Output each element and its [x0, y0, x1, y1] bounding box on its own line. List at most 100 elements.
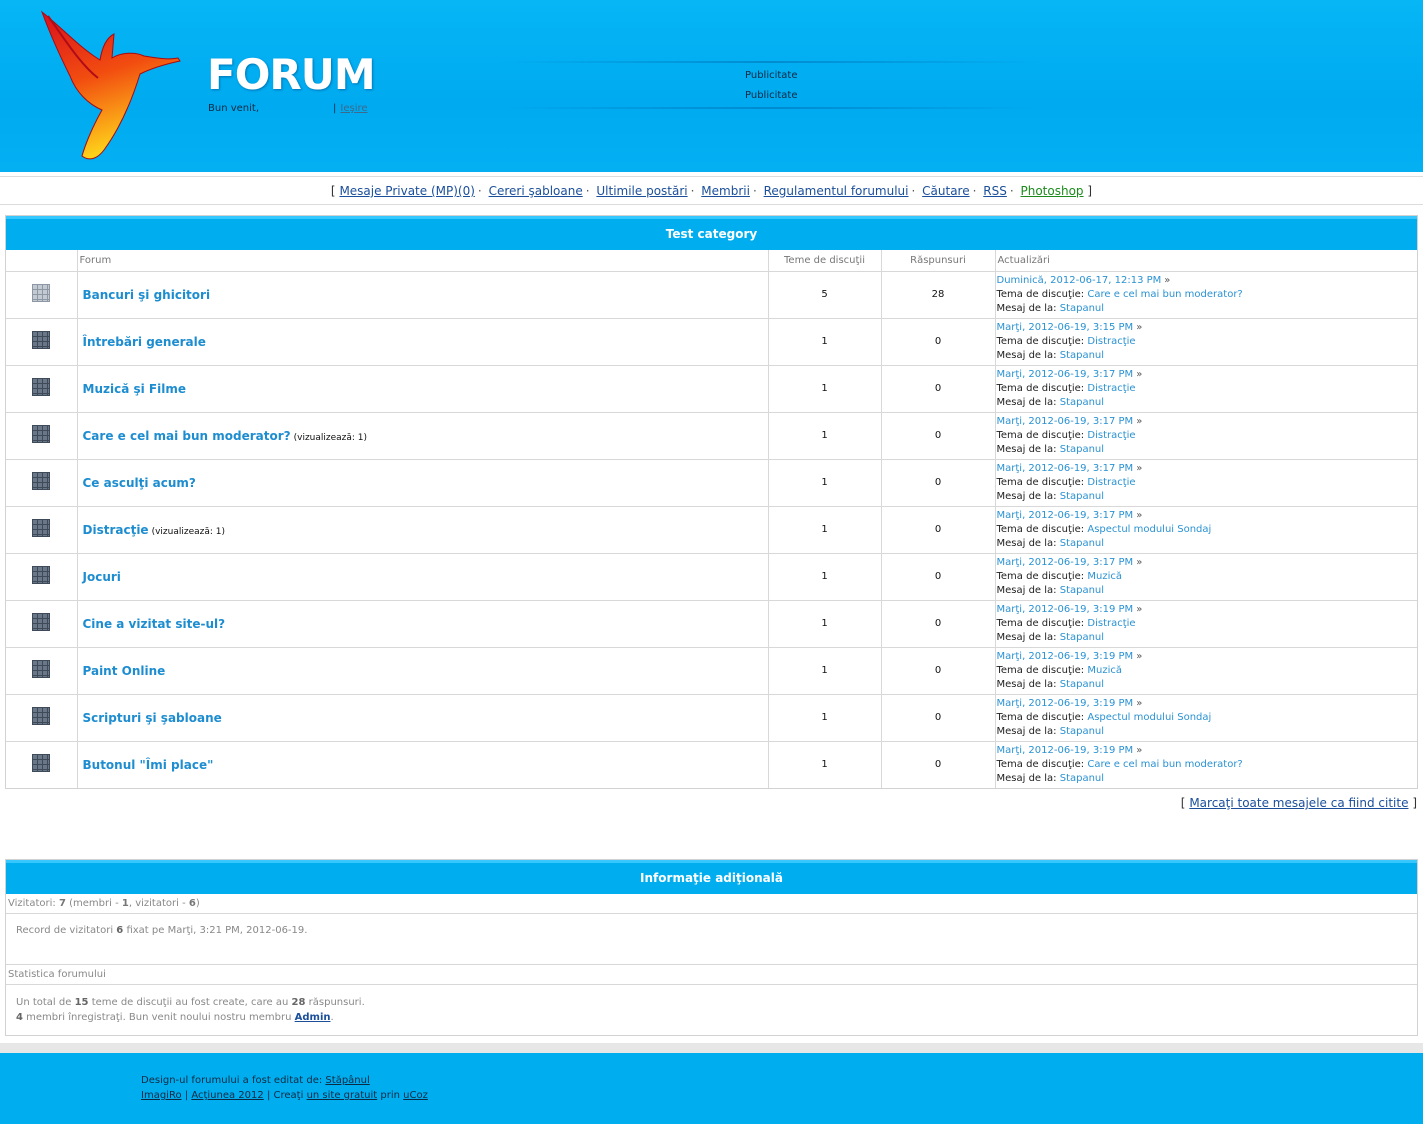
last-author-link[interactable]: Stapanul: [1060, 679, 1104, 690]
footer-sep-1: |: [184, 1090, 189, 1101]
last-author-link[interactable]: Stapanul: [1060, 350, 1104, 361]
footer-action-link[interactable]: Acţiunea 2012: [191, 1090, 263, 1101]
ad-text-1[interactable]: Publicitate: [745, 70, 798, 81]
replies-count: 0: [881, 600, 996, 648]
go-to-last-post-icon[interactable]: »: [1136, 745, 1142, 756]
last-topic-link[interactable]: Distracţie: [1087, 383, 1135, 394]
nav-template-requests[interactable]: Cereri şabloane: [489, 184, 583, 198]
forum-name-cell: Scripturi şi şabloane: [77, 694, 769, 742]
go-to-last-post-icon[interactable]: »: [1136, 416, 1142, 427]
last-update-date[interactable]: Marţi, 2012-06-19, 3:19 PM: [997, 745, 1134, 756]
last-author-link[interactable]: Stapanul: [1060, 585, 1104, 596]
nav-search[interactable]: Căutare: [922, 184, 969, 198]
forum-link[interactable]: Cine a vizitat site-ul?: [83, 617, 226, 631]
last-author-link[interactable]: Stapanul: [1060, 538, 1104, 549]
nav-latest-posts[interactable]: Ultimile postări: [596, 184, 687, 198]
table-row: Care e cel mai bun moderator? (vizualizea…: [6, 412, 1417, 460]
forum-grid-icon: [32, 660, 51, 678]
last-update-date[interactable]: Duminică, 2012-06-17, 12:13 PM: [997, 275, 1162, 286]
last-author-link[interactable]: Stapanul: [1060, 632, 1104, 643]
last-update-date[interactable]: Marţi, 2012-06-19, 3:19 PM: [997, 604, 1134, 615]
last-topic-link[interactable]: Aspectul modului Sondaj: [1087, 524, 1211, 535]
go-to-last-post-icon[interactable]: »: [1136, 651, 1142, 662]
forum-grid-icon: [32, 472, 51, 490]
last-topic-link[interactable]: Distracţie: [1087, 618, 1135, 629]
go-to-last-post-icon[interactable]: »: [1136, 369, 1142, 380]
mark-all-read-link[interactable]: Marcaţi toate mesajele ca fiind citite: [1189, 796, 1408, 810]
stats-mid: teme de discuţii au fost create, care au: [91, 997, 289, 1008]
nav-photoshop[interactable]: Photoshop: [1021, 184, 1084, 198]
replies-count: 0: [881, 506, 996, 554]
last-author-link[interactable]: Stapanul: [1060, 491, 1104, 502]
last-update-date[interactable]: Marţi, 2012-06-19, 3:17 PM: [997, 416, 1134, 427]
last-author-link[interactable]: Stapanul: [1060, 726, 1104, 737]
footer-author-link[interactable]: Stăpânul: [325, 1075, 369, 1086]
newest-member-link[interactable]: Admin: [295, 1012, 331, 1023]
last-author-link[interactable]: Stapanul: [1060, 397, 1104, 408]
forum-grid-icon: [32, 519, 51, 537]
forum-grid-icon: [32, 613, 51, 631]
stats-line-2: 4 membri înregistraţi. Bun venit noului …: [16, 1010, 1407, 1025]
go-to-last-post-icon[interactable]: »: [1136, 557, 1142, 568]
last-author-link[interactable]: Stapanul: [1060, 444, 1104, 455]
forum-name-cell: Care e cel mai bun moderator? (vizualizea…: [77, 412, 769, 460]
last-update-cell: Marţi, 2012-06-19, 3:17 PM» Tema de discu…: [995, 506, 1417, 554]
last-topic-link[interactable]: Distracţie: [1087, 477, 1135, 488]
last-update-date[interactable]: Marţi, 2012-06-19, 3:17 PM: [997, 463, 1134, 474]
forum-link[interactable]: Ce asculţi acum?: [83, 476, 196, 490]
footer-free-site-link[interactable]: un site gratuit: [307, 1090, 378, 1101]
go-to-last-post-icon[interactable]: »: [1136, 510, 1142, 521]
nav-forum-rules[interactable]: Regulamentul forumului: [764, 184, 909, 198]
go-to-last-post-icon[interactable]: »: [1136, 698, 1142, 709]
logout-link[interactable]: Ieşire: [340, 103, 367, 114]
footer-imagiro-link[interactable]: ImagiRo: [141, 1090, 182, 1101]
forum-link[interactable]: Muzică şi Filme: [83, 382, 186, 396]
forum-link[interactable]: Jocuri: [83, 570, 121, 584]
last-update-cell: Marţi, 2012-06-19, 3:19 PM» Tema de discu…: [995, 741, 1417, 788]
nav-members[interactable]: Membrii: [701, 184, 750, 198]
go-to-last-post-icon[interactable]: »: [1136, 604, 1142, 615]
last-topic-link[interactable]: Muzică: [1087, 571, 1122, 582]
author-label: Mesaj de la:: [996, 772, 1057, 784]
forum-link[interactable]: Distracţie: [83, 523, 149, 537]
last-update-date[interactable]: Marţi, 2012-06-19, 3:15 PM: [997, 322, 1134, 333]
nav-rss[interactable]: RSS: [983, 184, 1007, 198]
last-topic-link[interactable]: Aspectul modului Sondaj: [1087, 712, 1211, 723]
visitors-total: 7: [58, 898, 66, 909]
category-title[interactable]: Test category: [6, 216, 1417, 250]
footer-sep-2: |: [266, 1090, 271, 1101]
forum-link[interactable]: Care e cel mai bun moderator?: [83, 429, 291, 443]
footer-links: ImagiRo | Acţiunea 2012 | Creaţi un site…: [141, 1090, 428, 1101]
forum-link[interactable]: Bancuri şi ghicitori: [83, 288, 211, 302]
go-to-last-post-icon[interactable]: »: [1136, 322, 1142, 333]
forum-link[interactable]: Scripturi şi şabloane: [83, 711, 222, 725]
last-topic-link[interactable]: Distracţie: [1087, 336, 1135, 347]
last-update-cell: Marţi, 2012-06-19, 3:19 PM» Tema de discu…: [995, 694, 1417, 742]
last-author-link[interactable]: Stapanul: [1060, 303, 1104, 314]
last-update-date[interactable]: Marţi, 2012-06-19, 3:17 PM: [997, 510, 1134, 521]
go-to-last-post-icon[interactable]: »: [1136, 463, 1142, 474]
info-box: Informaţie adiţională Vizitatori: 7 (mem…: [5, 859, 1418, 1036]
ad-text-2[interactable]: Publicitate: [745, 90, 798, 101]
last-update-cell: Marţi, 2012-06-19, 3:17 PM» Tema de discu…: [995, 553, 1417, 601]
last-update-cell: Marţi, 2012-06-19, 3:19 PM» Tema de discu…: [995, 600, 1417, 648]
forum-link[interactable]: Întrebări generale: [83, 335, 206, 349]
last-topic-link[interactable]: Care e cel mai bun moderator?: [1087, 289, 1242, 300]
last-update-date[interactable]: Marţi, 2012-06-19, 3:19 PM: [997, 698, 1134, 709]
go-to-last-post-icon[interactable]: »: [1164, 275, 1170, 286]
forum-link[interactable]: Butonul "Îmi place": [83, 758, 214, 772]
last-author-link[interactable]: Stapanul: [1060, 773, 1104, 784]
last-update-date[interactable]: Marţi, 2012-06-19, 3:17 PM: [997, 369, 1134, 380]
forum-name-cell: Ce asculţi acum?: [77, 459, 769, 507]
last-topic-link[interactable]: Distracţie: [1087, 430, 1135, 441]
last-update-date[interactable]: Marţi, 2012-06-19, 3:19 PM: [997, 651, 1134, 662]
footer-ucoz-link[interactable]: uCoz: [403, 1090, 428, 1101]
last-update-date[interactable]: Marţi, 2012-06-19, 3:17 PM: [997, 557, 1134, 568]
stats-replies: 28: [291, 997, 306, 1008]
ad-divider-bottom: [500, 107, 1040, 109]
col-forum: Forum: [77, 250, 769, 272]
last-topic-link[interactable]: Muzică: [1087, 665, 1122, 676]
nav-private-messages[interactable]: Mesaje Private (MP)(0): [339, 184, 474, 198]
forum-link[interactable]: Paint Online: [83, 664, 166, 678]
last-topic-link[interactable]: Care e cel mai bun moderator?: [1087, 759, 1242, 770]
